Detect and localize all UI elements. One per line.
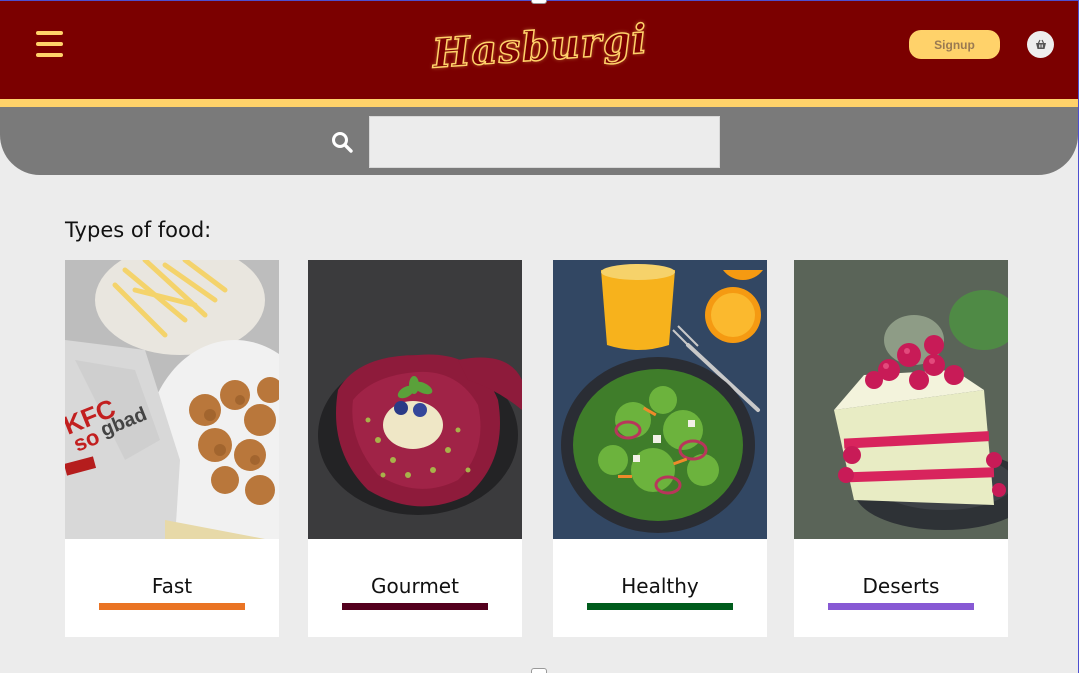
fried-chicken-and-fries-photo: KFC so gbad <box>65 260 279 539</box>
salad-bowl-with-orange-juice-photo <box>553 260 767 539</box>
category-card-deserts[interactable]: Deserts <box>794 260 1008 637</box>
category-underline <box>828 603 974 610</box>
site-header: Hasburgi Signup <box>0 1 1078 99</box>
section-title: Types of food: <box>65 218 212 242</box>
category-card-fast[interactable]: KFC so gbad Fast <box>65 260 279 637</box>
header-accent-stripe <box>0 99 1078 107</box>
category-label: Fast <box>151 574 193 598</box>
resize-handle-bottom[interactable] <box>531 668 547 673</box>
hamburger-menu-icon[interactable] <box>36 31 64 57</box>
basket-icon[interactable] <box>1027 31 1054 58</box>
raspberry-cake-slice-photo <box>794 260 1008 539</box>
berry-dessert-plate-photo <box>308 260 522 539</box>
signup-button[interactable]: Signup <box>909 30 1000 59</box>
category-underline <box>99 603 245 610</box>
category-card-gourmet[interactable]: Gourmet <box>308 260 522 637</box>
search-icon[interactable] <box>331 131 353 153</box>
category-label: Gourmet <box>371 574 459 598</box>
brand-logo[interactable]: Hasburgi <box>430 4 650 88</box>
category-label: Deserts <box>862 574 940 598</box>
category-card-healthy[interactable]: Healthy <box>553 260 767 637</box>
category-underline <box>342 603 488 610</box>
resize-handle-top[interactable] <box>531 0 547 4</box>
search-input[interactable] <box>369 116 720 168</box>
category-label: Healthy <box>621 574 699 598</box>
category-underline <box>587 603 733 610</box>
